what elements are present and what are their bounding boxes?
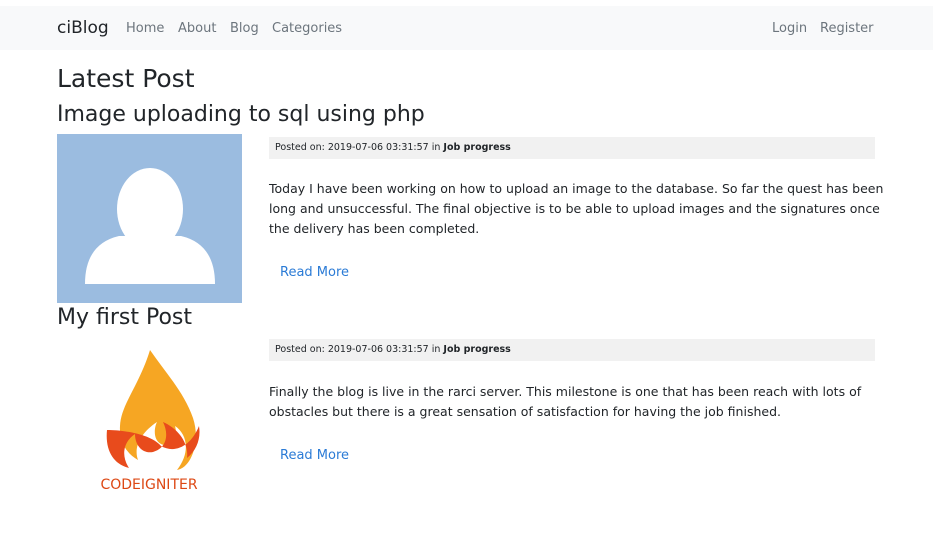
user-avatar-icon[interactable] <box>57 134 242 303</box>
post-title[interactable]: My first Post <box>57 305 192 330</box>
read-more-link[interactable]: Read More <box>280 448 349 463</box>
nav-link-home[interactable]: Home <box>126 21 164 36</box>
codeigniter-logo[interactable]: CODEIGNITER <box>57 342 242 497</box>
nav-link-login[interactable]: Login <box>772 21 807 36</box>
brand-link[interactable]: ciBlog <box>57 18 109 38</box>
navbar: ciBlog Home About Blog Categories Login … <box>0 6 933 50</box>
post-body: Today I have been working on how to uplo… <box>269 181 884 236</box>
nav-link-register[interactable]: Register <box>820 21 874 36</box>
post-category[interactable]: Job progress <box>443 344 510 355</box>
nav-link-about[interactable]: About <box>178 21 216 36</box>
post-title[interactable]: Image uploading to sql using php <box>57 102 425 127</box>
post-body: Finally the blog is live in the rarci se… <box>269 384 862 419</box>
nav-link-categories[interactable]: Categories <box>272 21 342 36</box>
nav-link-blog[interactable]: Blog <box>230 21 259 36</box>
post-date: Posted on: 2019-07-06 03:31:57 in <box>275 142 444 153</box>
post-category[interactable]: Job progress <box>443 142 510 153</box>
post-meta: Posted on: 2019-07-06 03:31:57 in Job pr… <box>269 137 875 159</box>
read-more-link[interactable]: Read More <box>280 265 349 280</box>
logo-text: CODEIGNITER <box>100 477 197 493</box>
post-date: Posted on: 2019-07-06 03:31:57 in <box>275 344 444 355</box>
page-title: Latest Post <box>57 64 195 93</box>
post-meta: Posted on: 2019-07-06 03:31:57 in Job pr… <box>269 339 875 361</box>
